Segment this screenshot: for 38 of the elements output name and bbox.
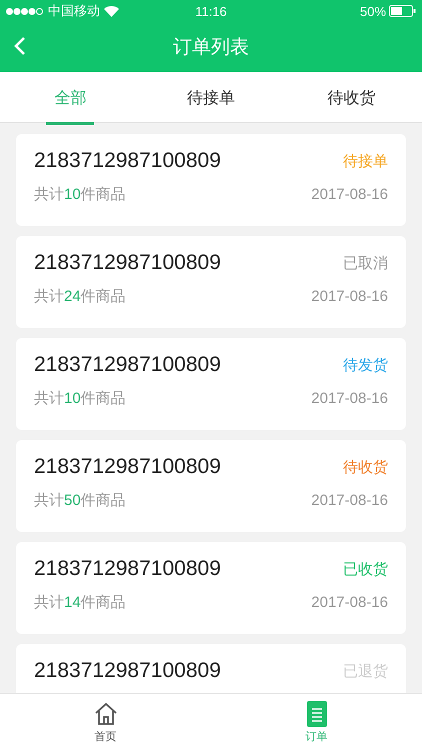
item-count-text: 共计10件商品 — [34, 389, 126, 408]
order-number: 2183712987100809 — [34, 251, 221, 275]
order-date: 2017-08-16 — [311, 186, 388, 203]
order-status: 待发货 — [343, 356, 388, 374]
order-status: 已取消 — [343, 254, 388, 272]
carrier-name: 中国移动 — [48, 2, 100, 20]
tab[interactable]: 待接单 — [140, 72, 282, 122]
order-status: 已收货 — [343, 560, 388, 578]
order-date: 2017-08-16 — [311, 492, 388, 509]
order-number: 2183712987100809 — [34, 659, 221, 683]
order-status: 待收货 — [343, 458, 388, 476]
document-icon — [306, 700, 326, 726]
nav-tab[interactable]: 首页 — [0, 694, 211, 750]
battery-percent: 50% — [360, 4, 386, 18]
wifi-icon — [104, 6, 119, 16]
item-count-text: 共计24件商品 — [34, 287, 126, 306]
item-count-text: 共计10件商品 — [34, 185, 126, 204]
order-date: 2017-08-16 — [311, 390, 388, 407]
order-card[interactable]: 2183712987100809 已收货 共计14件商品 2017-08-16 — [16, 542, 406, 634]
order-date: 2017-08-16 — [311, 288, 388, 305]
battery-icon — [389, 5, 416, 17]
order-card[interactable]: 2183712987100809 待发货 共计10件商品 2017-08-16 — [16, 338, 406, 430]
order-date: 2017-08-16 — [311, 594, 388, 611]
order-card[interactable]: 2183712987100809 待接单 共计10件商品 2017-08-16 — [16, 134, 406, 226]
order-status: 待接单 — [343, 152, 388, 170]
order-number: 2183712987100809 — [34, 455, 221, 479]
order-number: 2183712987100809 — [34, 557, 221, 581]
item-count-text: 共计14件商品 — [34, 593, 126, 612]
item-count-text: 共计50件商品 — [34, 491, 126, 510]
order-number: 2183712987100809 — [34, 353, 221, 377]
tab[interactable]: 待收货 — [281, 72, 422, 122]
home-icon — [92, 700, 118, 726]
order-number: 2183712987100809 — [34, 149, 221, 173]
signal-icon — [6, 8, 44, 14]
order-card[interactable]: 2183712987100809 已取消 共计24件商品 2017-08-16 — [16, 236, 406, 328]
clock-time: 11:16 — [195, 4, 227, 18]
order-card[interactable]: 2183712987100809 待收货 共计50件商品 2017-08-16 — [16, 440, 406, 532]
page-title: 订单列表 — [173, 36, 249, 60]
